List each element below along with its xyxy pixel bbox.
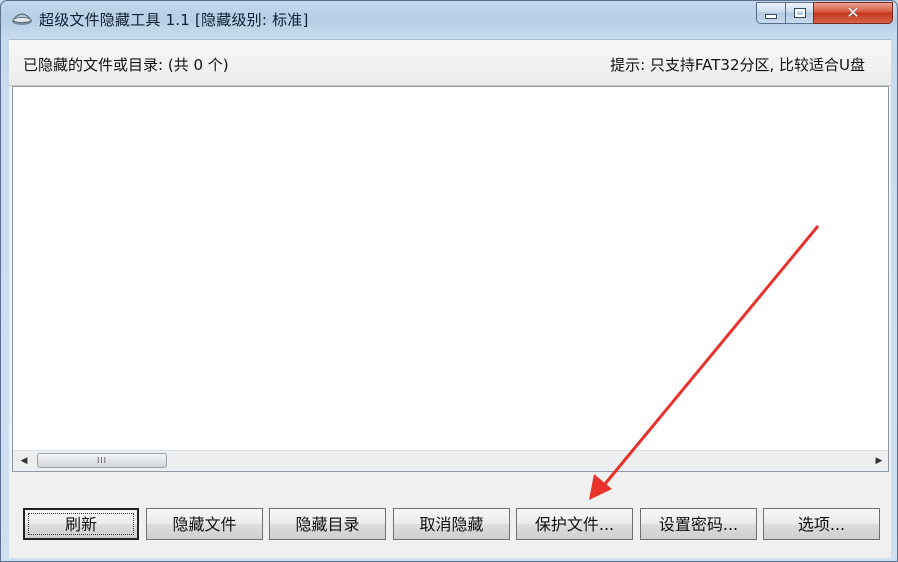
horizontal-scrollbar[interactable]: ◀ III ▶ bbox=[13, 450, 888, 471]
scroll-right-icon[interactable]: ▶ bbox=[872, 454, 886, 468]
close-button[interactable]: ✕ bbox=[813, 2, 893, 24]
protect-file-button[interactable]: 保护文件... bbox=[516, 508, 633, 540]
app-window: 超级文件隐藏工具 1.1 [隐藏级别: 标准] ✕ 已隐藏的文件或目录: (共 … bbox=[0, 0, 898, 562]
minimize-button[interactable] bbox=[756, 2, 785, 24]
maximize-button[interactable] bbox=[785, 2, 813, 24]
unhide-button[interactable]: 取消隐藏 bbox=[393, 508, 510, 540]
title-bar[interactable]: 超级文件隐藏工具 1.1 [隐藏级别: 标准] ✕ bbox=[1, 1, 897, 37]
hide-file-button[interactable]: 隐藏文件 bbox=[146, 508, 263, 540]
set-password-button[interactable]: 设置密码... bbox=[640, 508, 757, 540]
close-icon: ✕ bbox=[846, 3, 860, 22]
options-button[interactable]: 选项... bbox=[763, 508, 880, 540]
client-area: 已隐藏的文件或目录: (共 0 个) 提示: 只支持FAT32分区, 比较适合U… bbox=[9, 39, 891, 558]
info-bar: 已隐藏的文件或目录: (共 0 个) 提示: 只支持FAT32分区, 比较适合U… bbox=[9, 40, 891, 86]
refresh-button[interactable]: 刷新 bbox=[23, 508, 139, 540]
maximize-icon bbox=[793, 8, 806, 18]
hide-directory-button[interactable]: 隐藏目录 bbox=[269, 508, 386, 540]
scroll-thumb[interactable]: III bbox=[37, 453, 167, 468]
scroll-left-icon[interactable]: ◀ bbox=[17, 454, 31, 468]
window-title: 超级文件隐藏工具 1.1 [隐藏级别: 标准] bbox=[39, 11, 309, 29]
grip-icon: III bbox=[96, 456, 108, 465]
hint-label: 提示: 只支持FAT32分区, 比较适合U盘 bbox=[610, 56, 865, 74]
minimize-icon bbox=[765, 13, 777, 19]
hidden-items-list[interactable] bbox=[12, 86, 889, 472]
app-icon bbox=[11, 10, 33, 26]
hidden-count-label: 已隐藏的文件或目录: (共 0 个) bbox=[23, 56, 229, 74]
